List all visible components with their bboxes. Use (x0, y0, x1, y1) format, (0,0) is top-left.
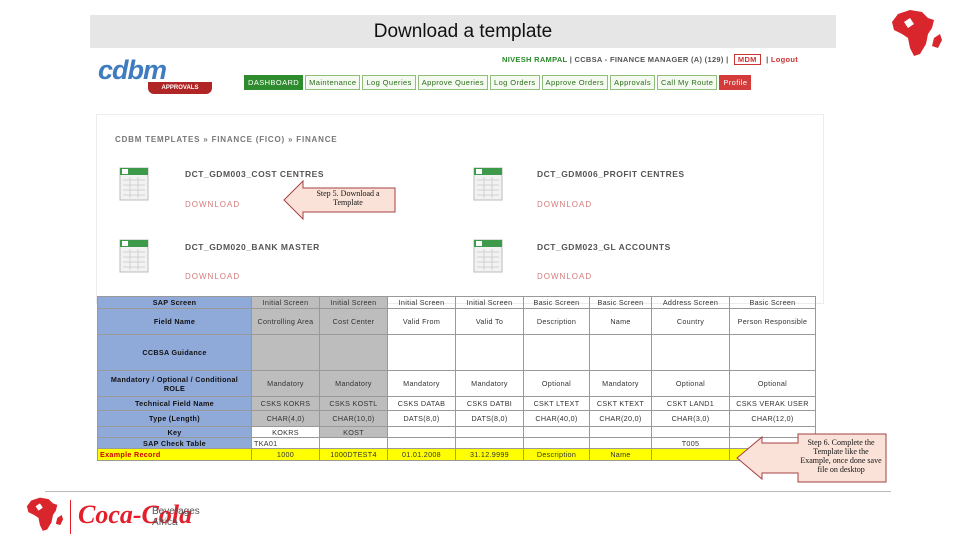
nav-approvals[interactable]: Approvals (610, 75, 656, 90)
nav-dashboard[interactable]: DASHBOARD (244, 75, 304, 90)
table-row: SAP Check Table TKA01 T005 (97, 437, 816, 449)
table-row: Example Record 1000 1000DTEST4 01.01.200… (97, 448, 816, 461)
table-row: Key KOKRS KOST (97, 426, 816, 438)
template-example-table: SAP Screen Initial Screen Initial Screen… (97, 296, 816, 461)
template-name: DCT_GDM020_BANK MASTER (185, 242, 320, 252)
nav-log-orders[interactable]: Log Orders (490, 75, 540, 90)
main-nav: DASHBOARD Maintenance Log Queries Approv… (244, 75, 752, 90)
africa-logo-icon (892, 10, 942, 56)
spreadsheet-icon (473, 239, 503, 273)
template-name: DCT_GDM006_PROFIT CENTRES (537, 169, 685, 179)
beverages-africa-label: Beverages Africa (152, 506, 200, 528)
download-link[interactable]: DOWNLOAD (537, 272, 592, 281)
table-row: Mandatory / Optional / Conditional ROLE … (97, 370, 816, 397)
spreadsheet-icon (119, 239, 149, 273)
table-row: Type (Length) CHAR(4,0) CHAR(10,0) DATS(… (97, 410, 816, 427)
nav-approve-queries[interactable]: Approve Queries (417, 75, 489, 90)
table-row: CCBSA Guidance (97, 334, 816, 371)
breadcrumb: CDBM TEMPLATES » FINANCE (FICO) » FINANC… (115, 135, 338, 144)
table-row: SAP Screen Initial Screen Initial Screen… (97, 296, 816, 309)
footer-divider (45, 491, 891, 492)
table-row: Technical Field Name CSKS KOKRS CSKS KOS… (97, 396, 816, 411)
user-name: NIVESH RAMPAL (502, 55, 568, 64)
africa-logo-icon (26, 497, 64, 531)
template-name: DCT_GDM023_GL ACCOUNTS (537, 242, 671, 252)
table-row: Field Name Controlling Area Cost Center … (97, 308, 816, 335)
download-link[interactable]: DOWNLOAD (185, 200, 240, 209)
step5-callout-text: Step 5. Download a Template (316, 189, 380, 207)
spreadsheet-icon (473, 167, 503, 201)
nav-call-my-route[interactable]: Call My Route (657, 75, 718, 90)
slide-title: Download a template (90, 15, 836, 48)
templates-panel: CDBM TEMPLATES » FINANCE (FICO) » FINANC… (96, 114, 824, 304)
footer-separator (70, 500, 71, 534)
nav-approve-orders[interactable]: Approve Orders (541, 75, 609, 90)
user-company: CCBSA - FINANCE MANAGER (A) (129) (574, 55, 724, 64)
user-bar: NIVESH RAMPAL | CCBSA - FINANCE MANAGER … (502, 54, 799, 65)
download-link[interactable]: DOWNLOAD (537, 200, 592, 209)
nav-log-queries[interactable]: Log Queries (362, 75, 416, 90)
step6-callout-text: Step 6. Complete the Template like the E… (800, 438, 882, 474)
nav-maintenance[interactable]: Maintenance (305, 75, 361, 90)
download-link[interactable]: DOWNLOAD (185, 272, 240, 281)
mdm-button[interactable]: MDM (733, 54, 761, 65)
nav-profile[interactable]: Profile (719, 75, 752, 90)
approvals-badge: APPROVALS (148, 82, 212, 94)
logout-link[interactable]: Logout (771, 55, 798, 64)
template-name: DCT_GDM003_COST CENTRES (185, 169, 325, 179)
spreadsheet-icon (119, 167, 149, 201)
